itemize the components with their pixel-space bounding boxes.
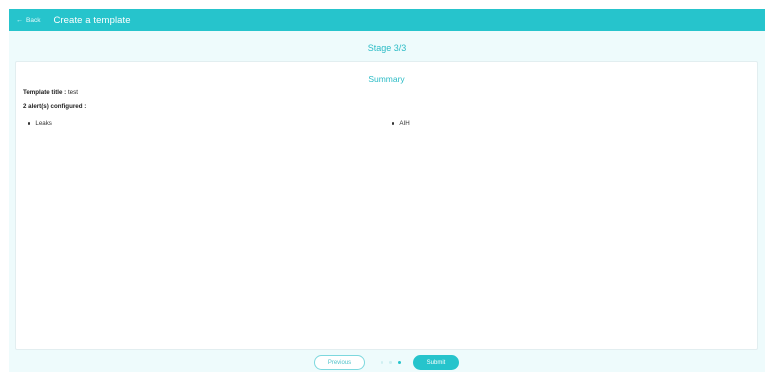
- bullet-icon: [392, 122, 395, 125]
- template-title-label: Template title :: [23, 89, 67, 96]
- submit-button[interactable]: Submit: [413, 355, 459, 370]
- summary-card: Summary Template title : test 2 alert(s)…: [15, 61, 758, 350]
- bullet-icon: [28, 122, 31, 125]
- list-item: AIH: [392, 120, 410, 127]
- template-title-value: test: [67, 89, 78, 96]
- app-frame: ← Back Create a template Stage 3/3 Summa…: [9, 9, 765, 372]
- stage-indicator: Stage 3/3: [367, 43, 407, 53]
- step-dot: [389, 361, 392, 364]
- alert-name: AIH: [399, 120, 410, 127]
- previous-button[interactable]: Previous: [314, 355, 365, 370]
- arrow-left-icon: ←: [16, 16, 23, 24]
- page-title: Create a template: [53, 14, 131, 26]
- back-label: Back: [26, 16, 41, 24]
- back-button[interactable]: ← Back: [16, 17, 40, 24]
- alerts-configured-label: 2 alert(s) configured :: [23, 103, 87, 110]
- step-dots: [381, 361, 401, 364]
- summary-title: Summary: [368, 74, 405, 84]
- list-item: Leaks: [28, 120, 52, 127]
- step-dot: [381, 361, 384, 364]
- alert-name: Leaks: [35, 120, 52, 127]
- template-title-row: Template title : test: [23, 89, 78, 96]
- header-bar: ← Back Create a template: [9, 9, 765, 31]
- step-dot-active: [397, 361, 401, 364]
